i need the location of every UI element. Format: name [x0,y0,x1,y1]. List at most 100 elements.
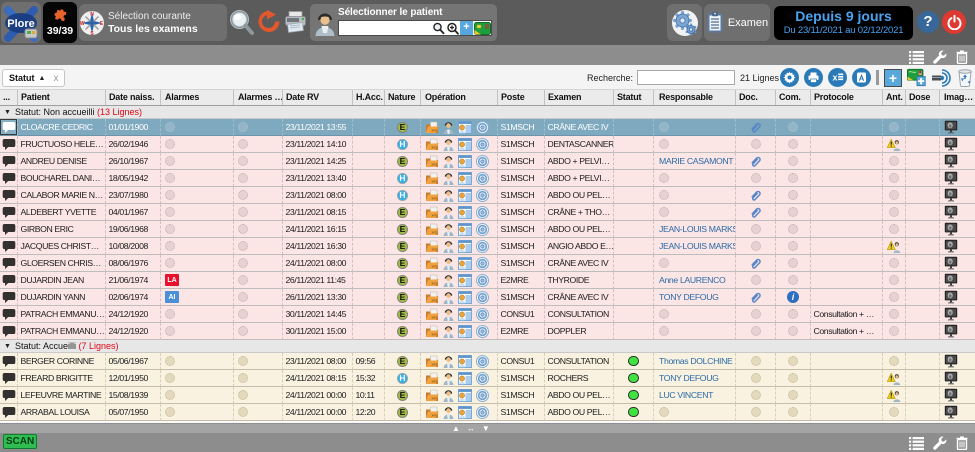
patient-search-icon[interactable] [432,22,445,35]
images-monitor-icon[interactable] [944,222,958,236]
responsible-name[interactable]: JEAN-LOUIS MARKS [659,241,735,251]
images-monitor-icon[interactable] [944,354,958,368]
images-window-icon[interactable] [458,388,472,402]
table-row[interactable]: PATRACH EMMANU… 24/12/1920 30/11/2021 14:4… [0,306,975,323]
exam-folder-icon[interactable]: xml [425,257,439,270]
patient-record-icon[interactable] [443,308,454,321]
antecedent-warning-icon[interactable] [887,372,901,385]
row-comment-cell[interactable] [0,353,18,370]
responsible-name[interactable]: MARIE CASAMONT [659,156,734,166]
table-row[interactable]: PATRACH EMMANU… 24/12/1920 30/11/2021 15:0… [0,323,975,340]
sort-chip-statut[interactable]: Statut ▲ x [2,69,66,87]
patient-record-icon[interactable] [443,325,454,338]
column-header-1[interactable]: Patient [18,90,106,105]
delete-icon[interactable] [956,436,968,450]
help-button[interactable]: ? [917,11,939,33]
images-window-icon[interactable] [458,256,472,270]
exam-view-button[interactable]: Examen [704,4,770,41]
exam-folder-icon[interactable]: xml [425,308,439,321]
table-search-input[interactable] [637,70,735,85]
row-comment-cell[interactable] [0,272,18,289]
column-header-7[interactable]: Nature [385,90,421,105]
column-header-6[interactable]: H.Acc. [353,90,385,105]
table-row[interactable]: ARRABAL LOUISA 05/07/1950 24/11/2021 00:00… [0,404,975,421]
images-window-icon[interactable] [458,222,472,236]
collapse-group-icon[interactable]: ▼ [4,109,11,116]
table-row[interactable]: FRUCTUOSO HELE… 26/02/1946 23/11/2021 14:1… [0,136,975,153]
dicom-target-icon[interactable] [476,171,489,185]
patient-record-icon[interactable] [443,257,454,270]
responsible-name[interactable]: JEAN-LOUIS MARKS [659,224,735,234]
attachment-paperclip-icon[interactable] [749,206,762,219]
table-row[interactable]: DUJARDIN JEAN 21/06/1974 LA 26/11/2021 11:4… [0,272,975,289]
table-row[interactable]: BOUCHAREL DANI… 18/05/1942 23/11/2021 13:4… [0,170,975,187]
dicom-target-icon[interactable] [476,205,489,219]
exam-folder-icon[interactable]: xml [425,274,439,287]
configure-icon[interactable] [933,50,947,64]
vitale-card-icon[interactable] [474,21,491,35]
images-window-icon[interactable] [458,205,472,219]
current-selection-button[interactable]: N E S W Sélection courante Tous les exam… [79,4,227,41]
images-monitor-icon[interactable] [944,256,958,270]
dicom-target-icon[interactable] [476,405,489,419]
table-row[interactable]: ANDREU DENISE 26/10/1967 23/11/2021 14:25 E… [0,153,975,170]
row-comment-cell[interactable] [0,255,18,272]
column-header-13[interactable]: Doc. [736,90,776,105]
dicom-target-icon[interactable] [476,222,489,236]
splitter-resize-icon[interactable]: ↔ [467,425,475,433]
row-comment-cell[interactable] [0,119,18,136]
images-window-icon[interactable] [458,171,472,185]
dicom-target-icon[interactable] [476,273,489,287]
refresh-icon[interactable] [257,9,281,34]
collapse-group-icon[interactable]: ▼ [4,343,11,350]
print-list-button[interactable] [804,68,823,87]
add-exam-button[interactable]: + [884,68,902,87]
search-exams-icon[interactable] [229,9,255,36]
attachment-paperclip-icon[interactable] [749,291,762,304]
images-monitor-icon[interactable] [944,239,958,253]
exam-folder-icon[interactable]: xml [425,155,439,168]
dicom-target-icon[interactable] [476,137,489,151]
images-window-icon[interactable] [458,137,472,151]
exam-folder-icon[interactable]: xml [425,189,439,202]
dicom-target-icon[interactable] [476,371,489,385]
read-vitale-card-button[interactable] [907,68,927,87]
patient-search-input[interactable] [339,22,432,34]
patient-record-icon[interactable] [443,189,454,202]
dicom-target-icon[interactable] [476,154,489,168]
antecedent-warning-icon[interactable] [887,389,901,402]
column-header-5[interactable]: Date RV [283,90,353,105]
row-comment-cell[interactable] [0,238,18,255]
table-row[interactable]: FREARD BRIGITTE 12/01/1950 24/11/2021 08:1… [0,370,975,387]
images-monitor-icon[interactable] [944,273,958,287]
row-comment-cell[interactable] [0,387,18,404]
table-row[interactable]: CALABOR MARIE N… 23/07/1980 23/11/2021 08:… [0,187,975,204]
export-excel-button[interactable]: x [828,68,847,87]
scan-button[interactable]: SCAN [3,434,37,449]
exam-folder-icon[interactable]: xml [425,355,439,368]
row-comment-cell[interactable] [0,289,18,306]
antecedent-warning-icon[interactable] [887,240,901,253]
images-window-icon[interactable] [458,371,472,385]
table-row[interactable]: DUJARDIN YANN 02/06/1974 AI 26/11/2021 13:3… [0,289,975,306]
images-monitor-icon[interactable] [944,290,958,304]
dicom-target-icon[interactable] [476,120,489,134]
images-window-icon[interactable] [458,405,472,419]
exam-folder-icon[interactable]: xml [425,240,439,253]
table-settings-button[interactable] [780,68,799,87]
attachment-paperclip-icon[interactable] [749,121,762,134]
images-window-icon[interactable] [458,354,472,368]
patient-record-icon[interactable] [443,121,454,134]
table-row[interactable]: GLOERSEN CHRIS… 08/06/1976 24/11/2021 08:0… [0,255,975,272]
patient-record-icon[interactable] [443,389,454,402]
patient-record-icon[interactable] [443,223,454,236]
attachment-paperclip-icon[interactable] [749,155,762,168]
dicom-target-icon[interactable] [476,239,489,253]
patient-record-icon[interactable] [443,138,454,151]
configure-icon[interactable] [933,436,947,450]
images-monitor-icon[interactable] [944,137,958,151]
images-window-icon[interactable] [458,120,472,134]
dicom-target-icon[interactable] [476,256,489,270]
table-row[interactable]: JACQUES CHRIST… 10/08/2008 24/11/2021 16:3… [0,238,975,255]
column-header-12[interactable]: Responsable [654,90,736,105]
